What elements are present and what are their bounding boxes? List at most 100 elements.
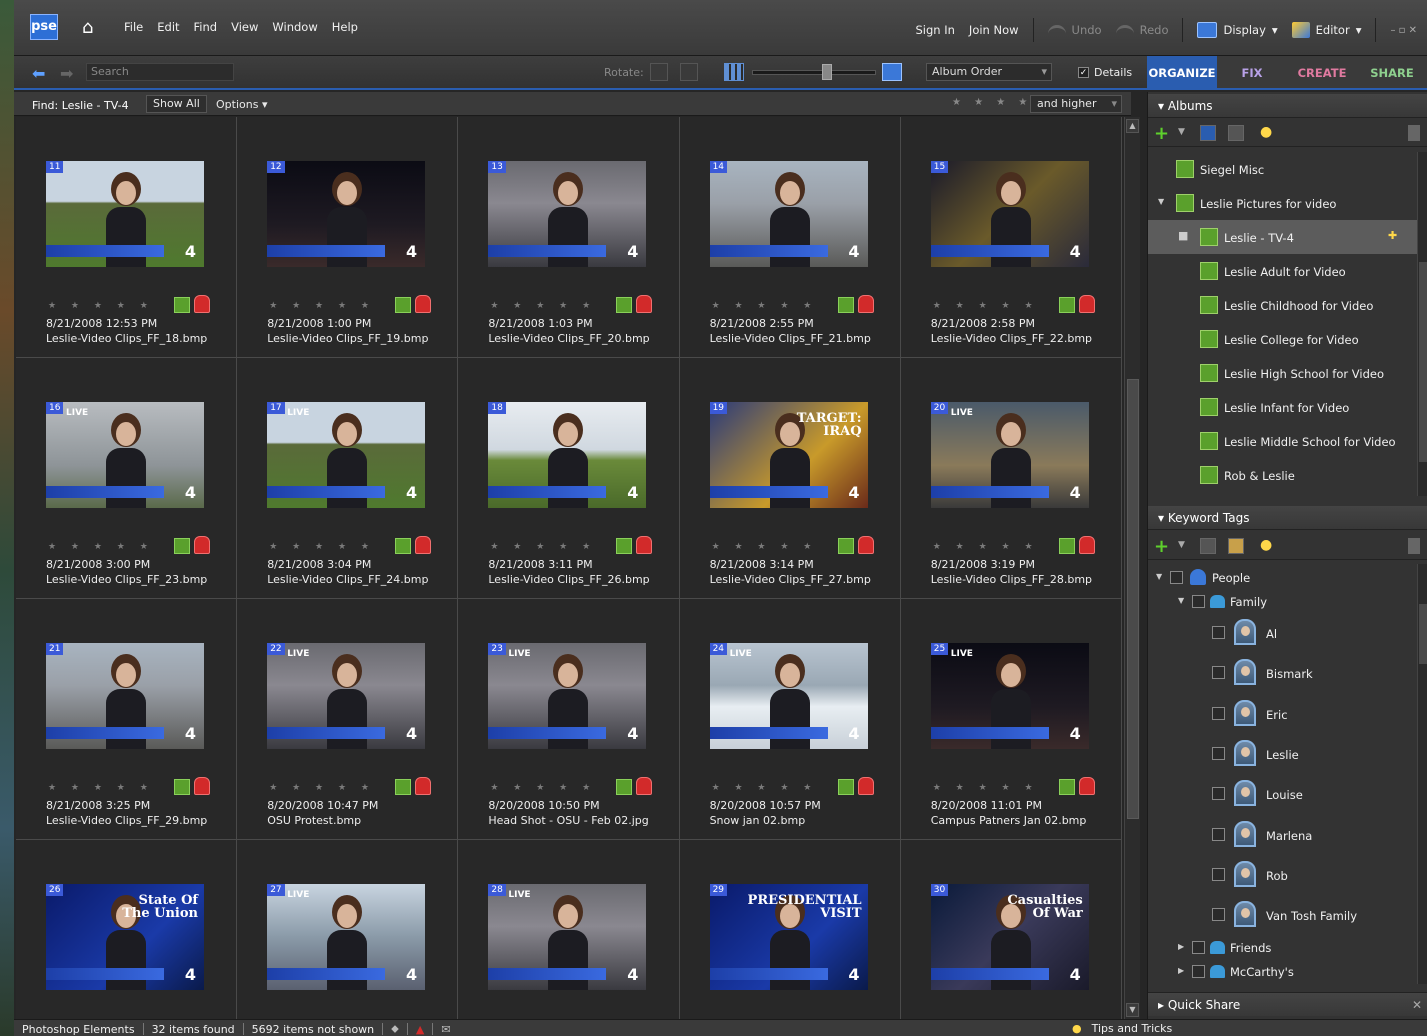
menu-find[interactable]: Find bbox=[194, 20, 218, 34]
photo-cell[interactable]: 4 28 LIVE bbox=[458, 840, 680, 1019]
lock-icon[interactable] bbox=[415, 777, 432, 795]
tag-icon[interactable] bbox=[837, 538, 854, 554]
photo-cell[interactable]: 4 13 ★ ★ ★ ★ ★ 8/21/2008 1:03 PM Leslie-Vide… bbox=[458, 117, 680, 358]
photo-cell[interactable]: 4 20 LIVE ★ ★ ★ ★ ★ 8/21/2008 3:19 PM Leslie-… bbox=[900, 358, 1122, 599]
tips-and-tricks[interactable]: ● Tips and Tricks bbox=[1072, 1022, 1172, 1035]
photo-thumbnail[interactable]: 4 29 PRESIDENTIAL VISIT bbox=[709, 884, 868, 990]
tag-icon[interactable] bbox=[395, 297, 412, 313]
add-icon[interactable]: + bbox=[1154, 536, 1169, 557]
menu-window[interactable]: Window bbox=[272, 20, 317, 34]
details-checkbox[interactable]: ✓ Details bbox=[1078, 66, 1132, 79]
save-album-icon[interactable] bbox=[1228, 125, 1244, 141]
undo-button[interactable]: Undo bbox=[1047, 23, 1102, 37]
lock-icon[interactable] bbox=[636, 777, 653, 795]
photo-cell[interactable]: 4 27 LIVE bbox=[237, 840, 459, 1019]
photo-thumbnail[interactable]: 4 16 LIVE bbox=[46, 402, 204, 508]
show-all-button[interactable]: Show All bbox=[146, 95, 207, 113]
lock-icon[interactable] bbox=[636, 536, 653, 554]
photo-cell[interactable]: 4 14 ★ ★ ★ ★ ★ 8/21/2008 2:55 PM Leslie-Vide… bbox=[679, 117, 901, 358]
star-rating[interactable]: ★ ★ ★ ★ ★ bbox=[269, 301, 375, 311]
tag-icon[interactable] bbox=[1058, 538, 1075, 554]
keyword-category-mccarthys[interactable]: ▶ McCarthy's bbox=[1148, 958, 1418, 988]
photo-cell[interactable]: 4 19 TARGET: IRAQ ★ ★ ★ ★ ★ 8/21/2008 3:14 P… bbox=[679, 358, 901, 599]
photo-cell[interactable]: 4 17 LIVE ★ ★ ★ ★ ★ 8/21/2008 3:04 PM Leslie-… bbox=[237, 358, 459, 599]
checkbox[interactable] bbox=[1192, 965, 1205, 978]
back-arrow-icon[interactable]: ⬅ bbox=[32, 64, 45, 83]
album-item[interactable]: ▼ Leslie Pictures for video bbox=[1148, 186, 1418, 220]
lock-icon[interactable] bbox=[194, 777, 210, 795]
star-rating[interactable]: ★ ★ ★ ★ ★ bbox=[712, 301, 818, 311]
lock-icon[interactable] bbox=[636, 295, 653, 313]
thumbnail-size-slider[interactable] bbox=[752, 70, 876, 75]
photo-thumbnail[interactable]: 4 12 bbox=[267, 161, 426, 267]
photo-cell[interactable]: 4 29 PRESIDENTIAL VISIT bbox=[679, 840, 901, 1019]
trash-icon[interactable] bbox=[1408, 125, 1420, 141]
rotate-right-button[interactable] bbox=[680, 63, 698, 81]
tab-organize[interactable]: ORGANIZE bbox=[1147, 56, 1217, 88]
lock-icon[interactable] bbox=[194, 536, 210, 554]
expand-triangle-icon[interactable]: ▼ bbox=[1158, 197, 1164, 206]
rating-comparison-select[interactable]: and higher bbox=[1030, 95, 1122, 113]
album-item[interactable]: ■ Leslie - TV-4 ✚ bbox=[1148, 220, 1418, 254]
forward-arrow-icon[interactable]: ➡ bbox=[60, 64, 73, 83]
lock-icon[interactable] bbox=[857, 777, 874, 795]
display-button[interactable]: Display ▾ bbox=[1197, 22, 1278, 38]
checkbox[interactable] bbox=[1212, 626, 1225, 639]
tag-icon[interactable] bbox=[616, 779, 633, 795]
tag-icon[interactable] bbox=[174, 297, 190, 313]
star-rating[interactable]: ★ ★ ★ ★ ★ bbox=[712, 542, 818, 552]
lock-icon[interactable] bbox=[1078, 777, 1095, 795]
photo-cell[interactable]: 4 15 ★ ★ ★ ★ ★ 8/21/2008 2:58 PM Leslie-Vide… bbox=[900, 117, 1122, 358]
stack-icon[interactable]: ⬥ bbox=[391, 1022, 399, 1036]
star-rating[interactable]: ★ ★ ★ ★ ★ bbox=[48, 542, 154, 552]
star-rating[interactable]: ★ ★ ★ ★ ★ bbox=[490, 301, 596, 311]
share-icon[interactable]: ✚ bbox=[1388, 229, 1397, 242]
redo-button[interactable]: Redo bbox=[1115, 23, 1168, 37]
tag-icon[interactable] bbox=[395, 779, 412, 795]
photo-thumbnail[interactable]: 4 22 LIVE bbox=[267, 643, 426, 749]
albums-scrollbar[interactable] bbox=[1417, 152, 1427, 496]
tag-icon[interactable] bbox=[174, 538, 190, 554]
lock-icon[interactable] bbox=[1078, 295, 1095, 313]
album-item[interactable]: Siegel Misc bbox=[1148, 152, 1418, 186]
lock-icon[interactable] bbox=[415, 536, 432, 554]
lock-icon[interactable] bbox=[1078, 536, 1095, 554]
checkbox[interactable] bbox=[1212, 787, 1225, 801]
tag-icon[interactable] bbox=[837, 297, 854, 313]
keyword-category-family[interactable]: ▼ Family bbox=[1148, 588, 1418, 618]
keyword-person[interactable]: Al bbox=[1148, 618, 1418, 648]
tag-icon[interactable] bbox=[616, 297, 633, 313]
close-icon[interactable]: ✕ bbox=[1412, 993, 1422, 1017]
edit-album-icon[interactable] bbox=[1200, 125, 1216, 141]
photo-thumbnail[interactable]: 4 14 bbox=[709, 161, 868, 267]
add-icon[interactable]: + bbox=[1154, 123, 1169, 144]
slider-handle[interactable] bbox=[822, 64, 832, 80]
star-rating[interactable]: ★ ★ ★ ★ ★ bbox=[933, 542, 1039, 552]
star-rating[interactable]: ★ ★ ★ ★ ★ bbox=[269, 542, 375, 552]
search-input[interactable]: Search bbox=[86, 63, 234, 81]
checkbox[interactable] bbox=[1212, 827, 1225, 841]
star-rating[interactable]: ★ ★ ★ ★ ★ bbox=[933, 301, 1039, 311]
tag-icon[interactable] bbox=[395, 538, 412, 554]
person-tag-icon[interactable] bbox=[1228, 538, 1244, 554]
lock-icon[interactable] bbox=[857, 295, 874, 313]
scroll-down-icon[interactable]: ▼ bbox=[1126, 1003, 1139, 1017]
photo-cell[interactable]: 4 24 LIVE ★ ★ ★ ★ ★ 8/20/2008 10:57 PM Snow j… bbox=[679, 599, 901, 840]
editor-button[interactable]: Editor ▾ bbox=[1291, 22, 1361, 38]
keywords-scrollbar[interactable] bbox=[1417, 564, 1427, 984]
photo-thumbnail[interactable]: 4 24 LIVE bbox=[709, 643, 868, 749]
album-item[interactable]: Leslie Middle School for Video bbox=[1148, 424, 1418, 458]
trash-icon[interactable] bbox=[1408, 538, 1420, 554]
star-rating[interactable]: ★ ★ ★ ★ ★ bbox=[490, 542, 596, 552]
expand-triangle-icon[interactable]: ▼ bbox=[1178, 596, 1184, 605]
expand-triangle-icon[interactable]: ▼ bbox=[1156, 572, 1162, 581]
scroll-up-icon[interactable]: ▲ bbox=[1126, 119, 1139, 133]
album-item[interactable]: Leslie College for Video bbox=[1148, 322, 1418, 356]
photo-cell[interactable]: 4 25 LIVE ★ ★ ★ ★ ★ 8/20/2008 11:01 PM Campus… bbox=[900, 599, 1122, 840]
keyword-person[interactable]: Louise bbox=[1148, 779, 1418, 809]
expand-triangle-icon[interactable]: ▶ bbox=[1178, 942, 1184, 951]
photo-thumbnail[interactable]: 4 25 LIVE bbox=[930, 643, 1089, 749]
checkbox[interactable] bbox=[1212, 666, 1225, 680]
scroll-thumb[interactable] bbox=[1419, 604, 1427, 664]
photo-cell[interactable]: 4 26 State Of The Union bbox=[16, 840, 238, 1019]
